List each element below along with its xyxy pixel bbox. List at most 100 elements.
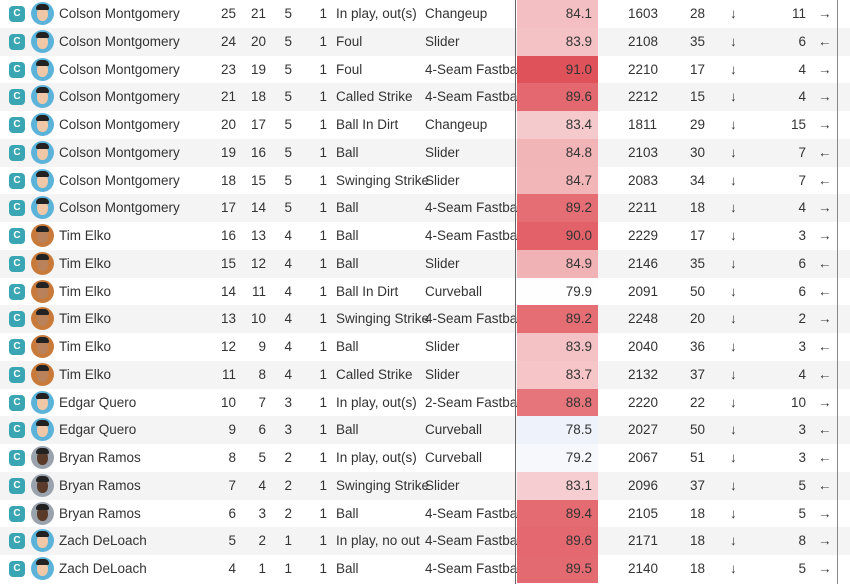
pitch-number: 13 xyxy=(220,311,236,327)
table-row[interactable]: C Edgar Quero 10 7 3 1 In play, out(s) 2-Seam … xyxy=(0,388,850,417)
table-row[interactable]: C Colson Montgomery 19 16 5 1 Ball Slider 84.8 2… xyxy=(0,138,850,167)
table-row[interactable]: C Colson Montgomery 17 14 5 1 Ball 4-Seam Fast… xyxy=(0,194,850,222)
spin-rate: 2091 xyxy=(628,283,659,299)
player-name[interactable]: Colson Montgomery xyxy=(59,194,180,222)
table-row[interactable]: C Colson Montgomery 24 20 5 1 Foul Slider 83.9 2… xyxy=(0,27,850,56)
pitch-type: Slider xyxy=(425,255,460,271)
vertical-break: 51 xyxy=(689,450,705,465)
player-name[interactable]: Tim Elko xyxy=(59,305,111,333)
pitch-result: Ball xyxy=(336,339,359,354)
outs: 1 xyxy=(319,339,327,354)
count-a: 19 xyxy=(250,61,266,77)
team-logo-icon: C xyxy=(9,144,25,161)
player-avatar xyxy=(31,251,54,275)
player-avatar xyxy=(31,224,54,247)
inning: 4 xyxy=(284,255,292,271)
horizontal-break-arrow-icon: ← xyxy=(818,339,832,354)
player-avatar xyxy=(31,362,54,386)
table-row[interactable]: C Zach DeLoach 5 2 1 1 In play, no out 4-Seam … xyxy=(0,527,850,555)
horizontal-break-arrow-icon: → xyxy=(818,533,832,549)
player-name[interactable]: Zach DeLoach xyxy=(59,527,147,555)
table-row[interactable]: C Tim Elko 11 8 4 1 Called Strike Slider 83.7 21… xyxy=(0,360,850,389)
velocity: 89.5 xyxy=(517,555,598,583)
pitch-type: Slider xyxy=(425,144,460,160)
velocity: 83.9 xyxy=(517,27,598,56)
vertical-break-arrow-icon: ↓ xyxy=(730,144,737,160)
table-row[interactable]: C Colson Montgomery 20 17 5 1 Ball In Dirt Cha… xyxy=(0,111,850,139)
player-name[interactable]: Colson Montgomery xyxy=(59,167,180,195)
vertical-break: 18 xyxy=(689,505,705,521)
horizontal-break: 5 xyxy=(798,505,806,521)
outs: 1 xyxy=(319,394,327,410)
table-right-border xyxy=(837,0,838,584)
table-row[interactable]: C Colson Montgomery 23 19 5 1 Foul 4-Seam Fast… xyxy=(0,55,850,84)
table-row[interactable]: C Tim Elko 12 9 4 1 Ball Slider 83.9 2040 36 ↓ 3 ← xyxy=(0,333,850,361)
inning: 4 xyxy=(284,339,292,354)
pitch-result: Ball In Dirt xyxy=(336,117,399,132)
pitch-number: 7 xyxy=(228,477,236,493)
player-name[interactable]: Zach DeLoach xyxy=(59,555,147,583)
pitch-type: 4-Seam Fastball xyxy=(425,561,524,576)
inning: 2 xyxy=(284,477,292,493)
horizontal-break: 4 xyxy=(798,61,806,77)
pitch-number: 5 xyxy=(228,533,236,549)
player-name[interactable]: Colson Montgomery xyxy=(59,0,180,28)
table-row[interactable]: C Bryan Ramos 8 5 2 1 In play, out(s) Curvebal… xyxy=(0,444,850,472)
pitch-number: 23 xyxy=(220,61,236,77)
table-row[interactable]: C Colson Montgomery 21 18 5 1 Called Strike 4-… xyxy=(0,83,850,111)
player-name[interactable]: Colson Montgomery xyxy=(59,83,180,111)
vertical-break: 17 xyxy=(689,61,705,77)
table-row[interactable]: C Colson Montgomery 25 21 5 1 In play, out(s)… xyxy=(0,0,850,28)
pitch-result: In play, out(s) xyxy=(336,6,417,21)
player-name[interactable]: Edgar Quero xyxy=(59,389,136,417)
vertical-break: 35 xyxy=(689,255,705,271)
table-row[interactable]: C Tim Elko 14 11 4 1 Ball In Dirt Curveball 79.… xyxy=(0,277,850,306)
horizontal-break: 3 xyxy=(798,422,806,438)
table-row[interactable]: C Bryan Ramos 7 4 2 1 Swinging Strike Slider 83… xyxy=(0,471,850,500)
inning: 1 xyxy=(284,533,292,549)
vertical-break: 15 xyxy=(689,89,705,105)
player-avatar xyxy=(31,557,54,580)
count-a: 17 xyxy=(250,117,266,132)
pitch-type: Slider xyxy=(425,339,460,354)
player-name[interactable]: Tim Elko xyxy=(59,250,111,278)
player-name[interactable]: Colson Montgomery xyxy=(59,139,180,167)
table-row[interactable]: C Tim Elko 15 12 4 1 Ball Slider 84.9 2146 35 ↓ 6 ← xyxy=(0,249,850,278)
horizontal-break: 2 xyxy=(798,311,806,327)
pitch-result: Ball xyxy=(336,228,359,243)
velocity: 89.6 xyxy=(517,527,598,555)
table-row[interactable]: C Zach DeLoach 4 1 1 1 Ball 4-Seam Fastball 89.… xyxy=(0,555,850,583)
player-avatar xyxy=(31,307,54,331)
table-row[interactable]: C Tim Elko 13 10 4 1 Swinging Strike 4-Seam Fa… xyxy=(0,305,850,333)
table-row[interactable]: C Colson Montgomery 18 15 5 1 Swinging Strike… xyxy=(0,166,850,195)
player-name[interactable]: Bryan Ramos xyxy=(59,500,141,528)
vertical-break: 18 xyxy=(689,533,705,549)
inning: 4 xyxy=(284,311,292,327)
vertical-break: 18 xyxy=(689,200,705,216)
player-name[interactable]: Tim Elko xyxy=(59,361,111,389)
player-name[interactable]: Colson Montgomery xyxy=(59,28,180,56)
inning: 5 xyxy=(284,117,292,132)
pitch-type: Slider xyxy=(425,172,460,188)
vertical-break-arrow-icon: ↓ xyxy=(730,283,737,299)
player-name[interactable]: Colson Montgomery xyxy=(59,111,180,139)
player-name[interactable]: Bryan Ramos xyxy=(59,472,141,500)
player-avatar xyxy=(31,446,54,469)
horizontal-break-arrow-icon: ← xyxy=(818,33,832,49)
table-row[interactable]: C Edgar Quero 9 6 3 1 Ball Curveball 78.5 2027 50… xyxy=(0,416,850,444)
player-name[interactable]: Tim Elko xyxy=(59,222,111,250)
pitch-result: Swinging Strike xyxy=(336,477,430,493)
player-name[interactable]: Edgar Quero xyxy=(59,416,136,444)
player-name[interactable]: Bryan Ramos xyxy=(59,444,141,472)
pitch-type: Curveball xyxy=(425,450,483,465)
pitch-type: 4-Seam Fastball xyxy=(425,311,524,327)
player-name[interactable]: Tim Elko xyxy=(59,278,111,306)
pitch-result: Ball xyxy=(336,255,359,271)
velocity: 78.5 xyxy=(517,416,598,444)
count-a: 8 xyxy=(258,366,266,382)
table-row[interactable]: C Tim Elko 16 13 4 1 Ball 4-Seam Fastball 90.0 2… xyxy=(0,222,850,250)
horizontal-break-arrow-icon: → xyxy=(818,200,832,216)
player-name[interactable]: Tim Elko xyxy=(59,333,111,361)
table-row[interactable]: C Bryan Ramos 6 3 2 1 Ball 4-Seam Fastball 89.4… xyxy=(0,499,850,528)
player-name[interactable]: Colson Montgomery xyxy=(59,56,180,84)
